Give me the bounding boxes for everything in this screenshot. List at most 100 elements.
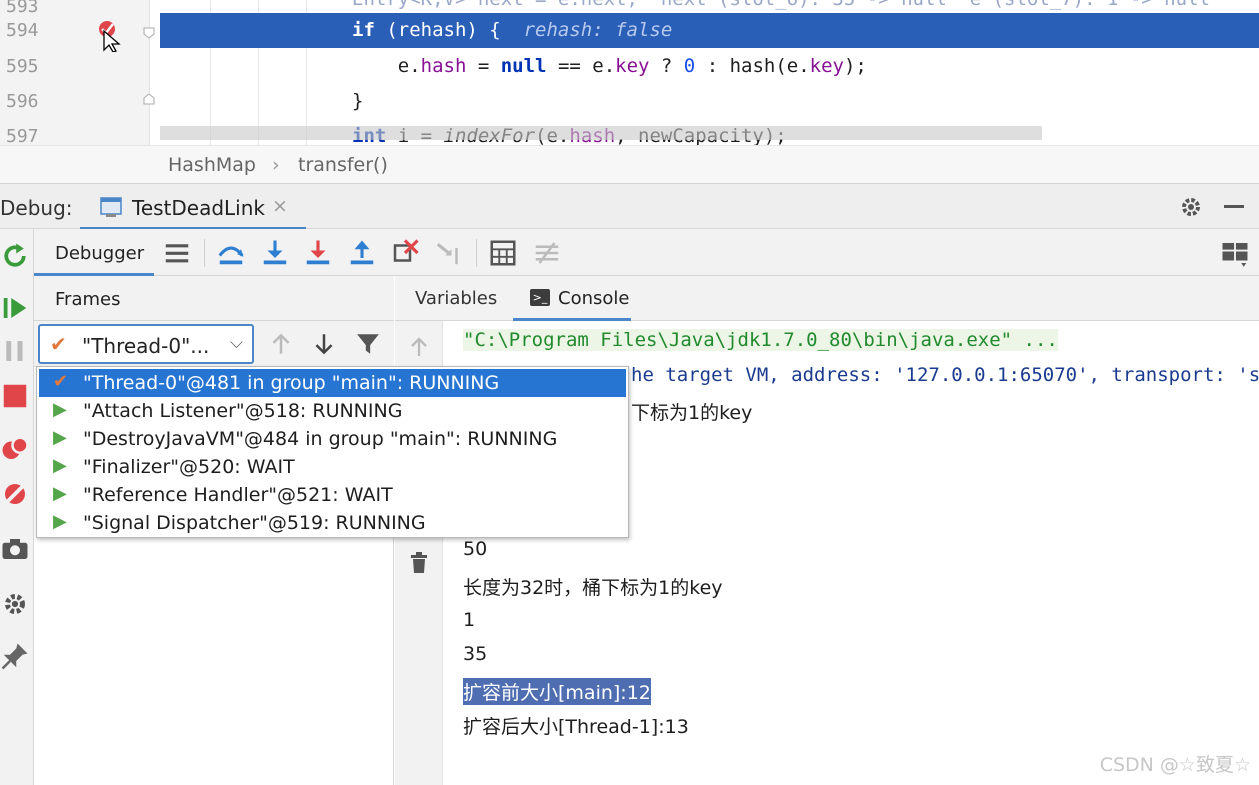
code-token: null [500, 55, 547, 77]
code-line-595: e.hash = null == e.key ? 0 : hash(e.key)… [160, 55, 867, 77]
filter-icon[interactable] [355, 331, 381, 357]
evaluate-expression-icon[interactable] [488, 238, 518, 268]
debug-side-toolbar [0, 229, 34, 785]
check-icon: ✔ [53, 371, 69, 392]
step-out-icon[interactable] [347, 238, 377, 268]
pause-icon[interactable] [0, 336, 30, 366]
tab-testdeadlink[interactable]: TestDeadLink × [80, 184, 306, 230]
run-to-cursor-icon[interactable] [434, 238, 464, 268]
stop-icon[interactable] [0, 381, 30, 411]
list-item[interactable]: ▶ "Signal Dispatcher"@519: RUNNING [39, 509, 626, 537]
breakpoint-icon[interactable] [96, 18, 126, 52]
list-item[interactable]: ▶ "Reference Handler"@521: WAIT [39, 481, 626, 509]
line-number: 597 [6, 126, 39, 145]
console-command: "C:\Program Files\Java\jdk1.7.0_80\bin\j… [463, 329, 1058, 351]
code-token: : hash(e. [695, 55, 810, 77]
frames-toolbar: ✔ "Thread-0"... ⌵ [34, 321, 394, 367]
step-over-icon[interactable] [216, 238, 246, 268]
step-into-icon[interactable] [260, 238, 290, 268]
arrow-up-icon[interactable] [407, 335, 431, 359]
code-token: ? [649, 55, 684, 77]
minimize-icon[interactable] [1224, 204, 1246, 210]
camera-icon[interactable] [0, 534, 30, 564]
variables-console-tabs: Variables >_ Console [395, 276, 1259, 321]
code-token: = [466, 55, 501, 77]
console-line: 扩容后大小[Thread-1]:13 [463, 716, 689, 738]
arrow-down-icon[interactable] [311, 331, 337, 357]
view-breakpoints-icon[interactable] [0, 434, 30, 464]
list-item[interactable]: ▶ "Finalizer"@520: WAIT [39, 453, 626, 481]
breadcrumb: HashMap › transfer() [0, 145, 1259, 183]
thread-label: "Finalizer"@520: WAIT [83, 456, 295, 478]
tab-debugger[interactable]: Debugger [34, 229, 154, 276]
rerun-icon[interactable] [0, 241, 30, 271]
code-line[interactable]: } [160, 84, 1259, 119]
layout-icon[interactable] [1220, 238, 1250, 268]
pin-icon[interactable] [0, 641, 30, 671]
thread-label: "Reference Handler"@521: WAIT [83, 484, 393, 506]
tab-variables[interactable]: Variables [415, 288, 497, 309]
code-token: } [352, 90, 364, 112]
horizontal-scrollbar[interactable] [160, 126, 1042, 140]
arrow-up-icon[interactable] [268, 331, 294, 357]
console-line: 1 [463, 609, 476, 631]
trace-stream-icon[interactable] [532, 238, 562, 268]
check-icon: ✔ [50, 332, 67, 356]
debugger-toolbar: Debugger [34, 229, 1259, 276]
debug-title-bar: Debug: TestDeadLink × [0, 183, 1259, 230]
tab-label: Debugger [55, 243, 145, 264]
console-line: 35 [463, 643, 488, 665]
code-token: if [352, 19, 375, 41]
code-token: 0 [683, 55, 696, 77]
code-token: (rehash) { [374, 19, 524, 41]
thread-label: "DestroyJavaVM"@484 in group "main": RUN… [83, 428, 558, 450]
console-connected: he target VM, address: '127.0.0.1:65070'… [631, 364, 1259, 386]
code-line-current[interactable]: if (rehash) { rehash: false [160, 13, 1259, 48]
chevron-down-icon: ⌵ [230, 333, 243, 353]
drop-frame-icon[interactable] [390, 238, 420, 268]
list-item[interactable]: ✔ "Thread-0"@481 in group "main": RUNNING [39, 369, 626, 397]
editor-gutter[interactable]: 593 594 595 596 597 [0, 0, 155, 145]
line-number: 596 [6, 91, 39, 112]
mute-breakpoints-icon[interactable] [0, 479, 30, 509]
list-item[interactable]: ▶ "Attach Listener"@518: RUNNING [39, 397, 626, 425]
code-token: hash [420, 55, 467, 77]
run-config-icon [100, 197, 122, 217]
resume-icon[interactable] [0, 293, 30, 323]
line-number: 595 [6, 56, 39, 77]
breadcrumb-method[interactable]: transfer() [298, 154, 388, 176]
code-editor[interactable]: 593 594 595 596 597 Entry<K,V> next = e.… [0, 0, 1259, 145]
breadcrumb-separator: › [272, 154, 280, 176]
play-icon: ▶ [53, 483, 67, 504]
console-icon: >_ [530, 289, 550, 306]
list-item[interactable]: ▶ "DestroyJavaVM"@484 in group "main": RU… [39, 425, 626, 453]
breadcrumb-class[interactable]: HashMap [168, 154, 256, 176]
debug-label: Debug: [0, 196, 73, 220]
fold-end-icon[interactable] [142, 92, 156, 106]
code-token: e. [352, 55, 421, 77]
play-icon: ▶ [53, 511, 67, 532]
thread-label: "Thread-0"@481 in group "main": RUNNING [83, 372, 500, 394]
tab-console[interactable]: >_ Console [513, 276, 631, 321]
play-icon: ▶ [53, 427, 67, 448]
play-icon: ▶ [53, 455, 67, 476]
console-line: 50 [463, 538, 488, 560]
thread-label: "Attach Listener"@518: RUNNING [83, 400, 403, 422]
thread-dropdown[interactable]: ✔ "Thread-0"@481 in group "main": RUNNING… [36, 366, 629, 538]
force-step-into-icon[interactable] [303, 238, 333, 268]
trash-icon[interactable] [407, 551, 431, 575]
close-icon[interactable]: × [272, 195, 288, 217]
code-token: key [809, 55, 844, 77]
settings-icon[interactable] [0, 589, 30, 619]
tab-label: Console [558, 288, 630, 309]
watermark: CSDN @☆致夏☆ [1099, 754, 1251, 776]
code-line[interactable]: e.hash = null == e.key ? 0 : hash(e.key)… [160, 49, 1259, 84]
frames-title[interactable]: Frames [55, 289, 120, 310]
gear-icon[interactable] [1179, 195, 1203, 219]
thread-select[interactable]: ✔ "Thread-0"... ⌵ [38, 324, 254, 364]
play-icon: ▶ [53, 399, 67, 420]
tab-label: TestDeadLink [132, 196, 265, 220]
fold-icon[interactable] [142, 26, 156, 40]
menu-icon[interactable] [162, 238, 192, 268]
console-line: 下标为1的key [631, 402, 753, 424]
